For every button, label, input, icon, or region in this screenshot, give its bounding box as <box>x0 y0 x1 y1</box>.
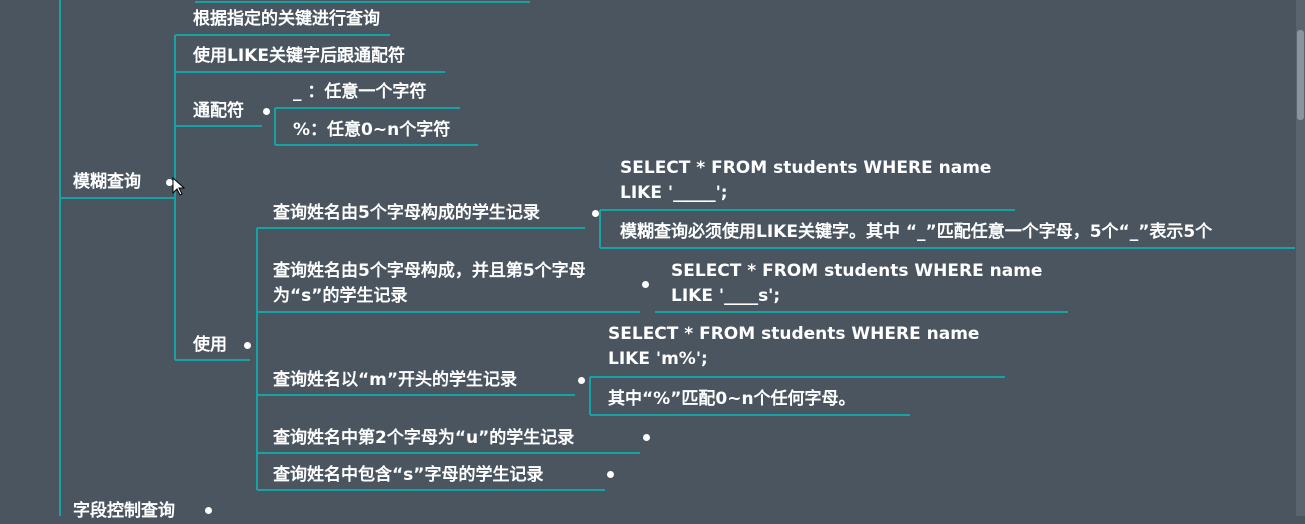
node-fuzzy-query[interactable]: 模糊查询 <box>73 170 141 195</box>
q1-collapse-dot[interactable] <box>592 210 599 217</box>
field-control-collapse-dot[interactable] <box>205 507 212 514</box>
q5-collapse-dot[interactable] <box>607 471 614 478</box>
node-field-control[interactable]: 字段控制查询 <box>73 499 175 524</box>
mouse-cursor-icon <box>172 177 186 196</box>
node-specified-keyword[interactable]: 根据指定的关键进行查询 <box>193 7 380 32</box>
node-q4[interactable]: 查询姓名中第2个字母为“u”的学生记录 <box>273 426 574 451</box>
node-q2[interactable]: 查询姓名由5个字母构成，并且第5个字母为“s”的学生记录 <box>273 259 638 309</box>
mind-map: 根据指定的关键进行查询 使用LIKE关键字后跟通配符 通配符 _ ：任意一个字符… <box>0 0 1305 521</box>
node-q1-sql[interactable]: SELECT * FROM students WHERE name LIKE '… <box>620 156 1015 206</box>
node-q5[interactable]: 查询姓名中包含“s”字母的学生记录 <box>273 463 543 488</box>
node-wildcard[interactable]: 通配符 <box>193 99 244 124</box>
node-like-wildcard[interactable]: 使用LIKE关键字后跟通配符 <box>193 44 405 69</box>
q2-collapse-dot[interactable] <box>642 281 649 288</box>
node-q1[interactable]: 查询姓名由5个字母构成的学生记录 <box>273 201 540 226</box>
node-q3-note[interactable]: 其中“%”匹配0~n个任何字母。 <box>608 387 856 412</box>
vertical-scrollbar[interactable] <box>1296 0 1305 516</box>
node-underscore[interactable]: _ ：任意一个字符 <box>293 80 426 105</box>
node-q2-sql[interactable]: SELECT * FROM students WHERE name LIKE '… <box>671 259 1066 309</box>
node-q1-note[interactable]: 模糊查询必须使用LIKE关键字。其中 “_”匹配任意一个字母，5个“_”表示5个 <box>620 220 1296 245</box>
wildcard-collapse-dot[interactable] <box>263 108 270 115</box>
usage-collapse-dot[interactable] <box>244 342 251 349</box>
node-percent[interactable]: %：任意0~n个字符 <box>293 118 450 143</box>
q3-collapse-dot[interactable] <box>578 377 585 384</box>
node-usage[interactable]: 使用 <box>193 333 227 358</box>
node-q3[interactable]: 查询姓名以“m”开头的学生记录 <box>273 368 517 393</box>
node-q3-sql[interactable]: SELECT * FROM students WHERE name LIKE '… <box>608 322 1003 372</box>
connector-lines <box>59 0 1295 516</box>
q4-collapse-dot[interactable] <box>643 434 650 441</box>
scrollbar-thumb[interactable] <box>1297 30 1304 120</box>
